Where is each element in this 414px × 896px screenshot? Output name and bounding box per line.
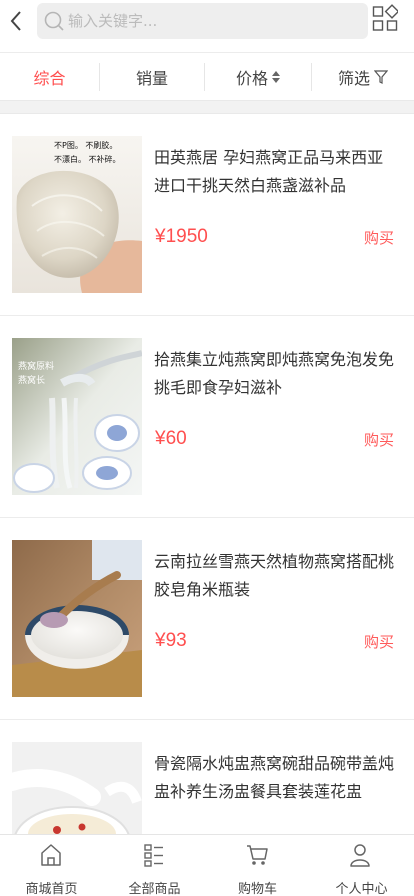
product-image: 不P图。 不刷胶。 不漂白。 不补碎。 <box>12 136 142 293</box>
product-image: 燕窝原料 燕窝长 <box>12 338 142 495</box>
sort-bar: 综合 销量 价格 筛选 <box>0 52 414 100</box>
buy-button[interactable]: 购买 <box>364 631 394 652</box>
tab-all-products[interactable]: 全部商品 <box>103 835 206 896</box>
sort-sales[interactable]: 销量 <box>100 53 204 100</box>
product-list: 不P图。 不刷胶。 不漂白。 不补碎。 田英燕居 孕妇燕窝正品马来西亚进口干挑天… <box>0 114 414 834</box>
buy-button[interactable]: 购买 <box>364 429 394 450</box>
image-caption: 不P图。 不刷胶。 <box>54 140 117 150</box>
product-item[interactable]: 骨瓷隔水炖盅燕窝碗甜品碗带盖炖盅补养生汤盅餐具套装莲花盅 <box>0 720 414 834</box>
person-icon <box>350 844 370 867</box>
sort-label: 筛选 <box>337 68 370 88</box>
image-caption: 燕窝原料 <box>18 360 54 372</box>
image-caption: 不漂白。 不补碎。 <box>54 154 121 164</box>
sort-price[interactable]: 价格 <box>205 53 311 100</box>
tab-label: 购物车 <box>237 882 277 896</box>
chevron-left-icon <box>10 11 21 31</box>
search-placeholder: 输入关键字... <box>68 12 158 30</box>
home-icon <box>41 844 61 866</box>
section-gap <box>0 100 414 114</box>
tab-label: 全部商品 <box>128 882 181 896</box>
list-icon <box>144 844 163 867</box>
image-caption: 燕窝长 <box>18 374 45 386</box>
sort-label: 综合 <box>33 68 66 88</box>
header: 输入关键字... <box>0 0 414 48</box>
bottom-tab-bar: 商城首页 全部商品 购物车 个人中心 <box>0 834 414 896</box>
product-item[interactable]: 云南拉丝雪燕天然植物燕窝搭配桃胶皂角米瓶装 ¥93 购买 <box>0 518 414 720</box>
grid-icon <box>372 4 400 31</box>
tab-label: 商城首页 <box>25 882 78 896</box>
search-icon <box>44 11 64 31</box>
buy-button[interactable]: 购买 <box>364 227 394 248</box>
filter-icon <box>374 69 388 84</box>
sort-filter[interactable]: 筛选 <box>312 53 414 100</box>
cart-icon <box>247 845 268 865</box>
sort-comprehensive[interactable]: 综合 <box>0 53 99 100</box>
product-price: ¥93 <box>155 630 187 651</box>
product-price: ¥1950 <box>155 226 208 247</box>
sort-arrows-icon <box>272 70 280 83</box>
product-item[interactable]: 燕窝原料 燕窝长 拾燕集立炖燕窝即炖燕窝免泡发免挑毛即食孕妇滋补 ¥60 购买 <box>0 316 414 518</box>
product-item[interactable]: 不P图。 不刷胶。 不漂白。 不补碎。 田英燕居 孕妇燕窝正品马来西亚进口干挑天… <box>0 114 414 316</box>
product-title[interactable]: 骨瓷隔水炖盅燕窝碗甜品碗带盖炖盅补养生汤盅餐具套装莲花盅 <box>154 750 399 806</box>
tab-label: 个人中心 <box>335 882 388 896</box>
tab-home[interactable]: 商城首页 <box>0 835 103 896</box>
back-button[interactable] <box>4 6 30 36</box>
search-input[interactable]: 输入关键字... <box>37 3 368 39</box>
product-price: ¥60 <box>155 428 187 449</box>
layout-toggle-button[interactable] <box>372 4 400 34</box>
sort-label: 价格 <box>235 68 268 88</box>
tab-profile[interactable]: 个人中心 <box>309 835 414 896</box>
product-image <box>12 540 142 697</box>
product-image <box>12 742 142 834</box>
product-title[interactable]: 拾燕集立炖燕窝即炖燕窝免泡发免挑毛即食孕妇滋补 <box>154 346 399 402</box>
product-title[interactable]: 田英燕居 孕妇燕窝正品马来西亚进口干挑天然白燕盏滋补品 <box>154 144 399 200</box>
product-title[interactable]: 云南拉丝雪燕天然植物燕窝搭配桃胶皂角米瓶装 <box>154 548 399 604</box>
sort-label: 销量 <box>135 68 168 88</box>
tab-cart[interactable]: 购物车 <box>206 835 309 896</box>
